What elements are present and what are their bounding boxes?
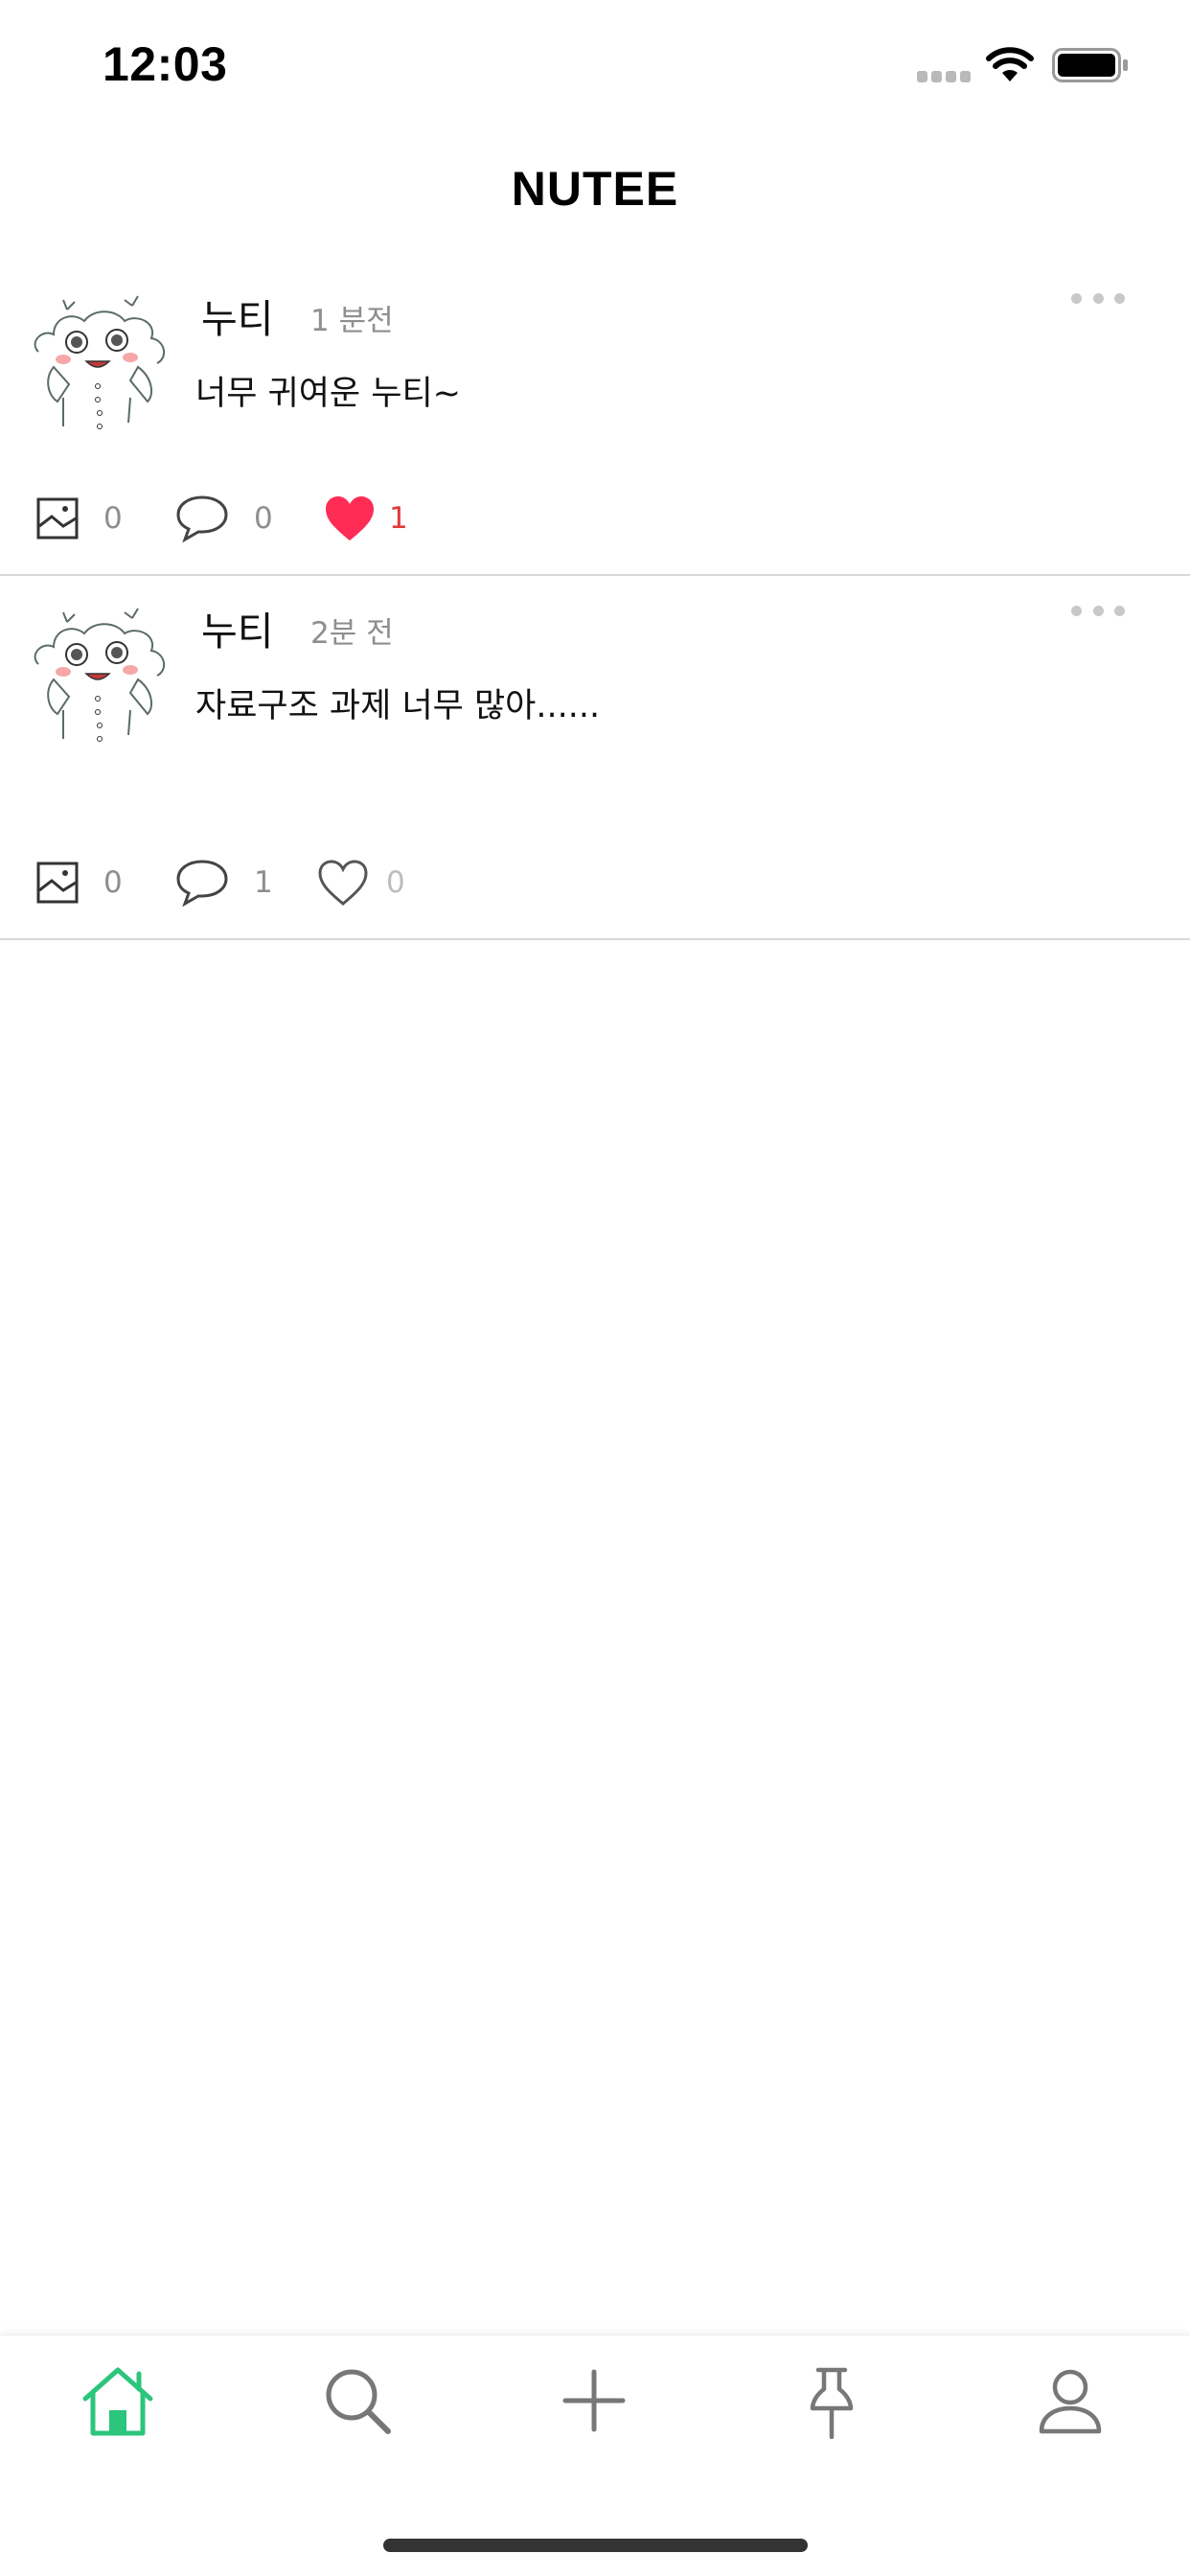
image-count-button[interactable]: 0 bbox=[36, 490, 123, 547]
post-time: 2분 전 bbox=[310, 616, 394, 651]
like-count: 1 bbox=[389, 501, 408, 536]
comment-button[interactable]: 0 bbox=[175, 490, 273, 547]
heart-filled-icon bbox=[326, 496, 374, 540]
author-name[interactable]: 누티 bbox=[201, 599, 273, 656]
status-bar: 12:03 bbox=[0, 0, 1190, 134]
comment-button[interactable]: 1 bbox=[175, 854, 273, 911]
page-title: NUTEE bbox=[511, 162, 679, 216]
dot bbox=[1071, 292, 1082, 304]
image-count-button[interactable]: 0 bbox=[36, 854, 123, 911]
comment-count: 1 bbox=[254, 865, 273, 900]
image-count: 0 bbox=[103, 501, 123, 536]
home-icon[interactable] bbox=[80, 2362, 156, 2439]
dot bbox=[1114, 292, 1125, 304]
avatar[interactable] bbox=[25, 595, 176, 747]
dot bbox=[1071, 605, 1082, 616]
like-count: 0 bbox=[386, 865, 405, 900]
post-actions: 0 1 0 bbox=[0, 854, 1190, 911]
home-indicator[interactable] bbox=[383, 2539, 808, 2552]
dot bbox=[1114, 605, 1125, 616]
dot bbox=[1092, 605, 1104, 616]
comment-count: 0 bbox=[254, 501, 273, 536]
dot bbox=[1092, 292, 1104, 304]
post-body[interactable]: 너무 귀여운 누티~ bbox=[195, 366, 461, 415]
like-button[interactable]: 1 bbox=[324, 490, 408, 547]
post-card[interactable]: 누티 1 분전 너무 귀여운 누티~ 0 0 1 bbox=[0, 264, 1190, 576]
image-icon bbox=[36, 862, 79, 904]
profile-icon[interactable] bbox=[1032, 2362, 1109, 2439]
search-icon[interactable] bbox=[319, 2362, 396, 2439]
wifi-icon bbox=[986, 47, 1034, 81]
signal-dots-icon bbox=[917, 71, 973, 84]
avatar[interactable] bbox=[25, 283, 176, 434]
post-card[interactable]: 누티 2분 전 자료구조 과제 너무 많아...... 0 1 0 bbox=[0, 576, 1190, 940]
post-body[interactable]: 자료구조 과제 너무 많아...... bbox=[195, 678, 600, 727]
image-icon bbox=[36, 497, 79, 540]
battery-icon bbox=[1052, 48, 1128, 82]
status-time: 12:03 bbox=[103, 37, 228, 91]
post-time: 1 분전 bbox=[310, 304, 394, 338]
comment-icon bbox=[176, 495, 228, 542]
comment-icon bbox=[176, 860, 228, 907]
pin-icon[interactable] bbox=[793, 2362, 870, 2439]
more-options-button[interactable] bbox=[1071, 599, 1125, 622]
heart-outline-icon bbox=[318, 860, 368, 906]
more-options-button[interactable] bbox=[1071, 287, 1125, 310]
screen: 12:03 NUTEE 누티 1 분전 너무 귀여운 누티~ 0 0 1 누티 … bbox=[0, 0, 1190, 2576]
image-count: 0 bbox=[103, 865, 123, 900]
post-actions: 0 0 1 bbox=[0, 490, 1190, 547]
like-button[interactable]: 0 bbox=[317, 854, 405, 911]
author-name[interactable]: 누티 bbox=[201, 287, 273, 344]
plus-icon[interactable] bbox=[556, 2362, 632, 2439]
